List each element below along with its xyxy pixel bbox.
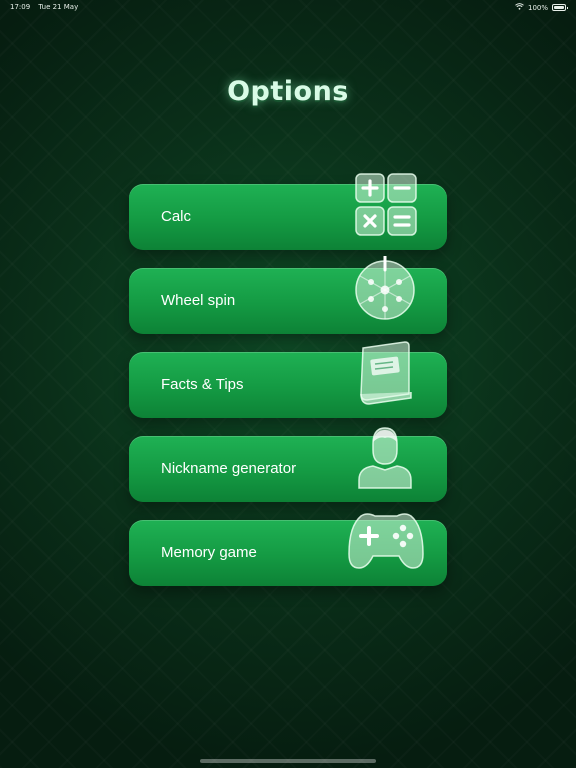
status-time: 17:09 [10, 3, 31, 11]
menu-item-label: Calc [161, 208, 192, 225]
gamepad-icon [347, 508, 425, 574]
page-title: Options [227, 76, 349, 107]
status-date: Tue 21 May [38, 3, 79, 11]
menu-item-label: Facts & Tips [161, 376, 244, 393]
battery-icon [552, 4, 568, 11]
battery-percent: 100% [527, 3, 548, 12]
wheel-icon [353, 254, 417, 322]
menu-item-calc[interactable]: Calc [129, 173, 447, 250]
menu-item-wheel-spin[interactable]: Wheel spin [129, 254, 447, 334]
wifi-icon [515, 3, 524, 12]
menu-item-label: Memory game [161, 544, 257, 561]
menu-item-nickname-generator[interactable]: Nickname generator [129, 427, 447, 502]
menu-item-label: Nickname generator [161, 460, 297, 477]
book-icon [353, 340, 417, 406]
home-indicator[interactable] [200, 759, 376, 763]
menu-item-label: Wheel spin [161, 292, 236, 309]
menu-item-memory-game[interactable]: Memory game [129, 513, 447, 586]
status-bar: 17:09 Tue 21 May 100% [0, 0, 576, 14]
calculator-icon [353, 172, 417, 238]
person-icon [353, 424, 417, 490]
menu-item-facts-tips[interactable]: Facts & Tips [129, 341, 447, 418]
